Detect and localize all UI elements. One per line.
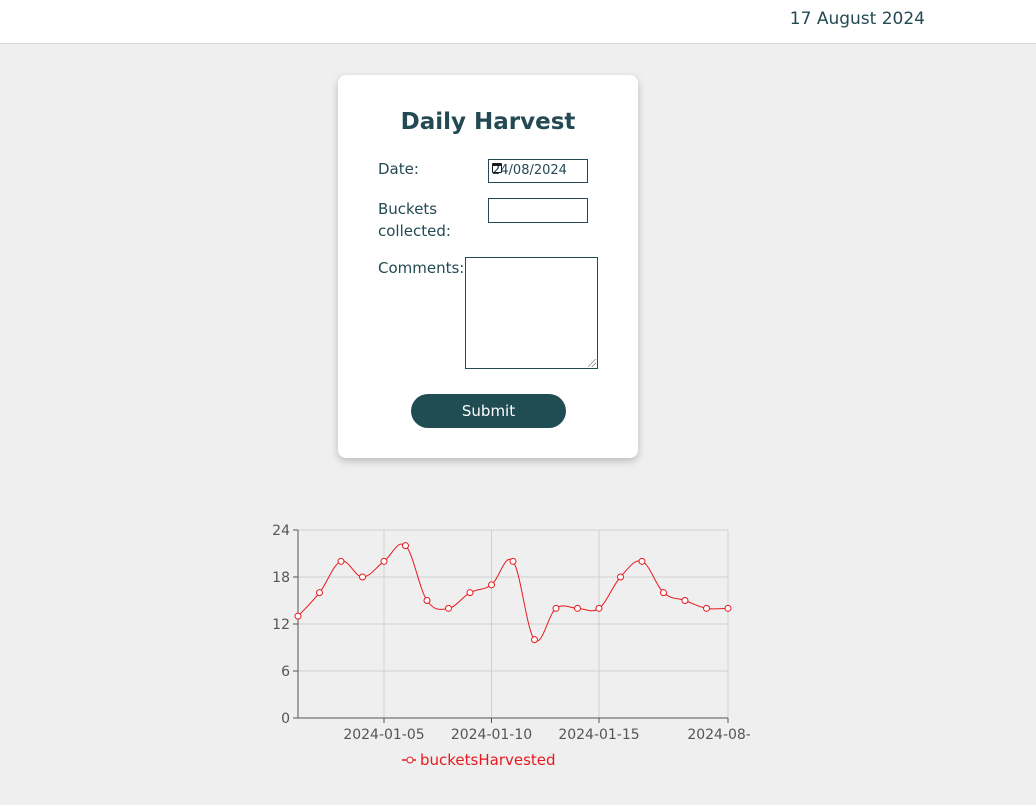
data-point [402, 542, 409, 550]
data-point [531, 636, 538, 644]
data-point [488, 581, 495, 589]
y-tick-label: 24 [272, 523, 290, 539]
x-tick-label: 2024-01-10 [451, 727, 532, 743]
data-point [294, 612, 302, 620]
data-point [724, 604, 732, 612]
x-ticks: 2024-01-05 2024-01-10 2024-01-15 2024-08-25 [343, 718, 750, 743]
data-point [380, 557, 388, 565]
comments-textarea[interactable] [465, 257, 598, 369]
data-point [423, 597, 431, 604]
form-title: Daily Harvest [400, 109, 576, 135]
comments-label: Comments: [378, 259, 465, 277]
data-point [617, 573, 624, 581]
y-tick-label: 18 [272, 570, 290, 586]
buckets-label: Buckets collected: [378, 200, 451, 240]
series-points [294, 542, 732, 644]
data-point [337, 557, 345, 565]
top-bar: 17 August 2024 [0, 0, 1036, 44]
buckets-input[interactable] [488, 198, 588, 223]
data-point [660, 589, 667, 597]
y-tick-label: 0 [281, 711, 290, 727]
date-value: 24/08/2024 [492, 163, 567, 178]
daily-harvest-card: Daily Harvest Date: 24/08/2024 Buckets c… [338, 75, 638, 458]
data-point [595, 604, 603, 612]
harvest-chart: 06121824 2024-01-05 2024-01-10 2024-01-15 2… [272, 523, 750, 769]
data-point [466, 589, 474, 597]
data-point [574, 604, 581, 612]
data-point [638, 557, 646, 565]
calendar-icon[interactable] [492, 163, 502, 173]
y-tick-label: 6 [281, 664, 290, 680]
data-point [552, 604, 560, 612]
resize-grip-icon[interactable] [588, 359, 596, 367]
legend-marker-icon [406, 756, 414, 764]
chart-legend: bucketsHarvested [402, 751, 556, 769]
x-tick-label: 2024-01-15 [558, 727, 639, 743]
x-tick-label: 2024-08-25 [687, 727, 750, 743]
date-label: Date: [378, 160, 419, 178]
data-point [509, 557, 517, 565]
submit-button[interactable]: Submit [411, 394, 566, 428]
x-tick-label: 2024-01-05 [343, 727, 424, 743]
data-point [703, 604, 710, 612]
y-tick-label: 12 [272, 617, 290, 633]
data-point [445, 604, 452, 612]
data-point [359, 573, 366, 581]
date-input[interactable]: 24/08/2024 [488, 159, 588, 183]
data-point [316, 589, 323, 597]
y-ticks: 0 6 12 18 24 [272, 523, 298, 727]
data-point [681, 597, 689, 604]
legend-label: bucketsHarvested [420, 751, 556, 769]
header-date: 17 August 2024 [789, 9, 925, 29]
